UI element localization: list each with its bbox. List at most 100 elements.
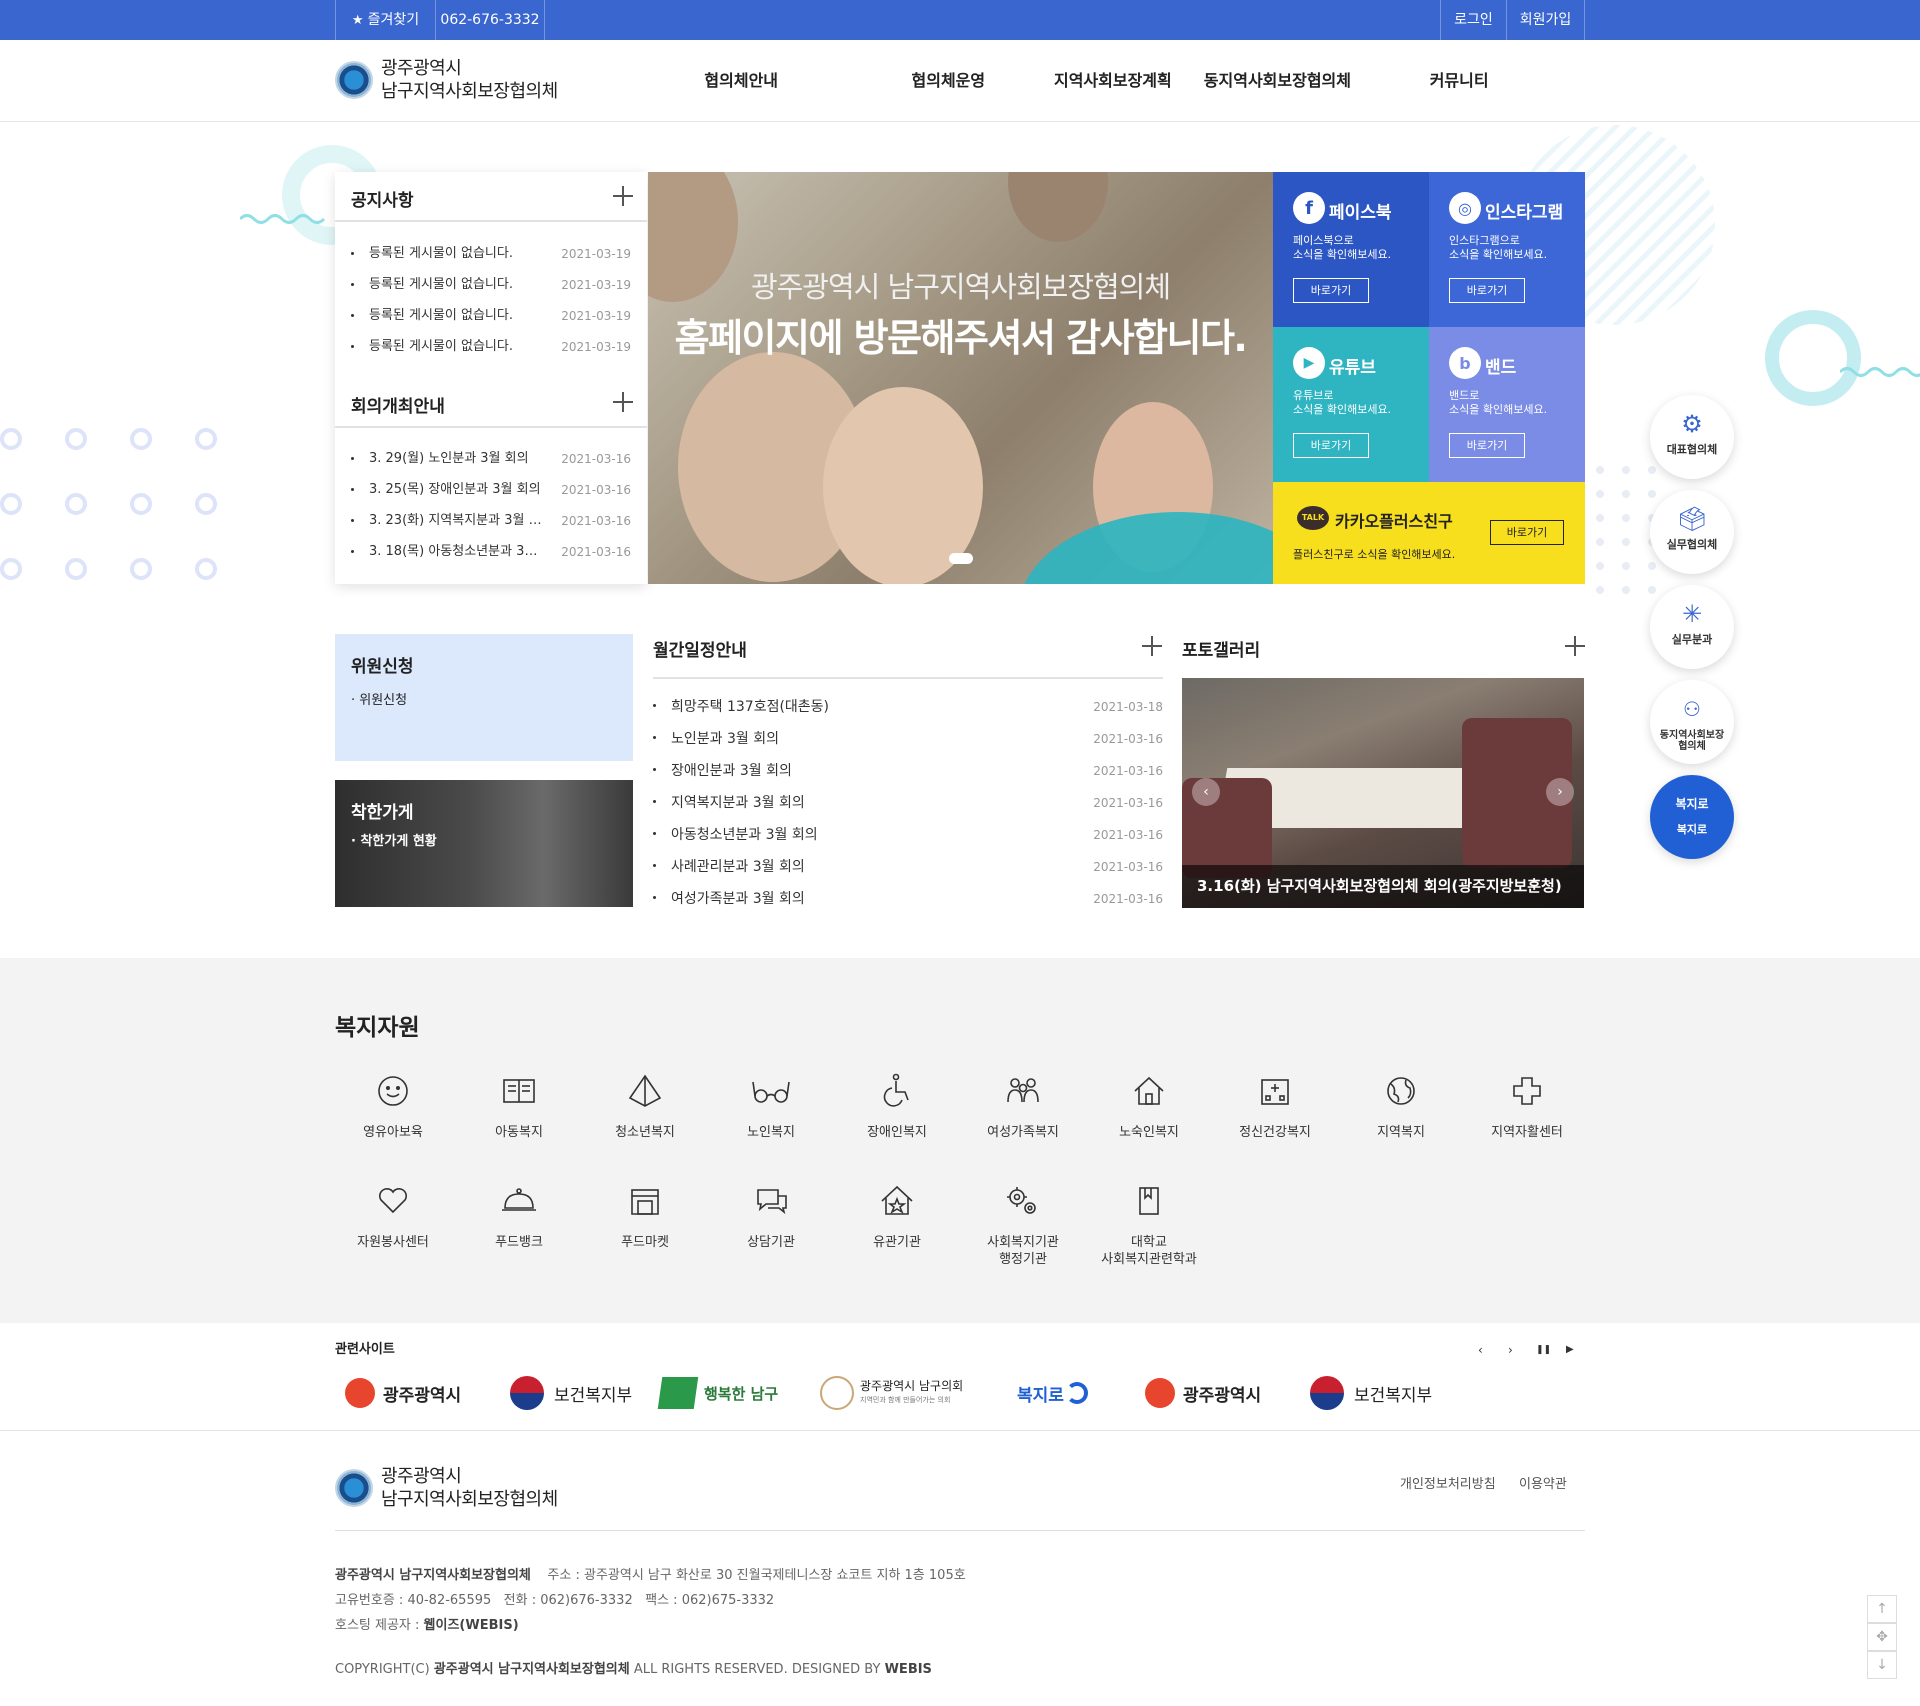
bookmark-button[interactable]: ★ 즐겨찾기 (335, 0, 435, 40)
nav-community[interactable]: 커뮤니티 (1368, 40, 1550, 122)
footer-logo[interactable]: 광주광역시 남구지역사회보장협의체 (335, 1465, 558, 1511)
related-mohw[interactable]: 보건복지부 (510, 1373, 632, 1413)
list-item[interactable]: 등록된 게시물이 없습니다. 2021-03-19 (351, 272, 631, 303)
welfare-item[interactable]: 자원봉사센터 (330, 1176, 456, 1251)
list-item[interactable]: 3. 18(목) 아동청소년분과 3월 회의 2021-03-16 (351, 539, 631, 570)
related-mohw-2[interactable]: 보건복지부 (1310, 1373, 1432, 1413)
welfare-item[interactable]: 지역자활센터 (1464, 1066, 1590, 1141)
prev-arrow-icon[interactable]: ‹ (1478, 1343, 1483, 1357)
nav-guide[interactable]: 협의체안내 (670, 40, 812, 122)
facebook-tile[interactable]: f 페이스북 페이스북으로 소식을 확인해보세요. 바로가기 (1273, 172, 1429, 327)
quick-main-council[interactable]: ⚙ 대표협의체 (1650, 395, 1734, 479)
welfare-item[interactable]: 푸드뱅크 (456, 1176, 582, 1251)
list-item-title[interactable]: 장애인분과 3월 회의 (671, 757, 1071, 785)
list-item-title[interactable]: 사례관리분과 3월 회의 (671, 853, 1071, 881)
list-item-title[interactable]: 희망주택 137호점(대촌동) (671, 693, 1071, 721)
band-tile[interactable]: b 밴드 밴드로 소식을 확인해보세요. 바로가기 (1429, 327, 1585, 482)
scroll-up-icon[interactable]: ↑ (1867, 1595, 1897, 1623)
instagram-go-button[interactable]: 바로가기 (1449, 278, 1525, 303)
good-shop-box[interactable]: 착한가게 · 착한가게 현황 (335, 780, 633, 907)
list-item-title[interactable]: 3. 23(화) 지역복지분과 3월 회의 안내 (369, 508, 549, 534)
welfare-item[interactable]: 장애인복지 (834, 1066, 960, 1141)
list-item[interactable]: 사례관리분과 3월 회의 2021-03-16 (653, 853, 1163, 885)
related-gwangju[interactable]: 광주광역시 (345, 1373, 461, 1413)
gallery-next-button[interactable]: › (1546, 778, 1574, 806)
list-item-title[interactable]: 3. 18(목) 아동청소년분과 3월 회의 (369, 539, 549, 565)
quick-bokjiro[interactable]: 복지로 복지로 (1650, 775, 1734, 859)
gallery-prev-button[interactable]: ‹ (1192, 778, 1220, 806)
quick-working-group[interactable]: ✳ 실무분과 (1650, 585, 1734, 669)
list-item-title[interactable]: 아동청소년분과 3월 회의 (671, 821, 1071, 849)
list-item-title[interactable]: 노인분과 3월 회의 (671, 725, 1071, 753)
welfare-item[interactable]: 노인복지 (708, 1066, 834, 1141)
login-link[interactable]: 로그인 (1440, 0, 1506, 40)
band-go-button[interactable]: 바로가기 (1449, 433, 1525, 458)
list-item[interactable]: 등록된 게시물이 없습니다. 2021-03-19 (351, 303, 631, 334)
list-item-title[interactable]: 등록된 게시물이 없습니다. (369, 303, 549, 329)
next-arrow-icon[interactable]: › (1508, 1343, 1513, 1357)
list-item-title[interactable]: 등록된 게시물이 없습니다. (369, 334, 549, 360)
join-link[interactable]: 회원가입 (1506, 0, 1585, 40)
notice-more-plus-icon[interactable] (613, 186, 633, 206)
gallery-more-plus-icon[interactable] (1565, 636, 1585, 656)
list-item[interactable]: 등록된 게시물이 없습니다. 2021-03-19 (351, 334, 631, 365)
welfare-item[interactable]: 영유아보육 (330, 1066, 456, 1141)
list-item-title[interactable]: 여성가족분과 3월 회의 (671, 885, 1071, 913)
instagram-tile[interactable]: ◎ 인스타그램 인스타그램으로 소식을 확인해보세요. 바로가기 (1429, 172, 1585, 327)
scroll-down-icon[interactable]: ↓ (1867, 1651, 1897, 1679)
related-council[interactable]: 광주광역시 남구의회 지역민과 함께 만들어가는 의회 (820, 1373, 963, 1413)
list-item[interactable]: 아동청소년분과 3월 회의 2021-03-16 (653, 821, 1163, 853)
list-item[interactable]: 3. 25(목) 장애인분과 3월 회의 2021-03-16 (351, 477, 631, 508)
good-shop-link[interactable]: 착한가게 현황 (360, 834, 436, 849)
facebook-go-button[interactable]: 바로가기 (1293, 278, 1369, 303)
kakao-tile[interactable]: TALK 카카오플러스친구 플러스친구로 소식을 확인해보세요. 바로가기 (1273, 482, 1585, 584)
welfare-item[interactable]: 유관기관 (834, 1176, 960, 1251)
list-item-title[interactable]: 지역복지분과 3월 회의 (671, 789, 1071, 817)
list-item[interactable]: 여성가족분과 3월 회의 2021-03-16 (653, 885, 1163, 917)
welfare-item[interactable]: 지역복지 (1338, 1066, 1464, 1141)
privacy-policy-link[interactable]: 개인정보처리방침 (1400, 1473, 1496, 1492)
site-logo[interactable]: 광주광역시 남구지역사회보장협의체 (335, 57, 558, 103)
quick-working-council[interactable]: 🗳 실무협의체 (1650, 490, 1734, 574)
nav-dong-council[interactable]: 동지역사회보장협의체 (1187, 40, 1369, 122)
welfare-item[interactable]: 여성가족복지 (960, 1066, 1086, 1141)
quick-dong-council[interactable]: ⚇ 동지역사회보장 협의체 (1650, 680, 1734, 764)
play-icon[interactable]: ▶ (1566, 1344, 1574, 1355)
meeting-more-plus-icon[interactable] (613, 392, 633, 412)
list-item-title[interactable]: 등록된 게시물이 없습니다. (369, 241, 549, 267)
member-apply-link[interactable]: 위원신청 (359, 693, 407, 708)
photo-gallery[interactable]: ‹ › 3.16(화) 남구지역사회보장협의체 회의(광주지방보훈청) (1182, 678, 1584, 908)
welfare-item[interactable]: 아동복지 (456, 1066, 582, 1141)
list-item[interactable]: 3. 23(화) 지역복지분과 3월 회의 안내 2021-03-16 (351, 508, 631, 539)
welfare-item[interactable]: 대학교 사회복지관련학과 (1086, 1176, 1212, 1268)
list-item[interactable]: 희망주택 137호점(대촌동) 2021-03-18 (653, 693, 1163, 725)
pause-icon[interactable]: ❚❚ (1536, 1345, 1551, 1355)
related-gwangju-2[interactable]: 광주광역시 (1145, 1373, 1261, 1413)
welfare-item[interactable]: 노숙인복지 (1086, 1066, 1212, 1141)
related-namgu[interactable]: 행복한 남구 (657, 1373, 778, 1413)
schedule-more-plus-icon[interactable] (1142, 636, 1162, 656)
move-icon[interactable]: ✥ (1867, 1623, 1897, 1651)
terms-link[interactable]: 이용약관 (1519, 1473, 1567, 1492)
slider-pager-dot[interactable] (949, 553, 973, 564)
list-item-title[interactable]: 3. 25(목) 장애인분과 3월 회의 (369, 477, 549, 503)
welfare-item[interactable]: 청소년복지 (582, 1066, 708, 1141)
list-item-title[interactable]: 3. 29(월) 노인분과 3월 회의 (369, 446, 549, 472)
gallery-caption[interactable]: 3.16(화) 남구지역사회보장협의체 회의(광주지방보훈청) (1182, 865, 1584, 908)
list-item[interactable]: 등록된 게시물이 없습니다. 2021-03-19 (351, 241, 631, 272)
member-apply-box[interactable]: 위원신청 · 위원신청 (335, 634, 633, 761)
nav-plan[interactable]: 지역사회보장계획 (1039, 40, 1186, 122)
nav-operation[interactable]: 협의체운영 (857, 40, 1039, 122)
youtube-tile[interactable]: ▶ 유튜브 유튜브로 소식을 확인해보세요. 바로가기 (1273, 327, 1429, 482)
related-bokjiro[interactable]: 복지로 (1017, 1373, 1088, 1413)
main-visual-slider[interactable]: 광주광역시 남구지역사회보장협의체 홈페이지에 방문해주셔서 감사합니다. (648, 172, 1273, 584)
welfare-item[interactable]: 정신건강복지 (1212, 1066, 1338, 1141)
list-item[interactable]: 장애인분과 3월 회의 2021-03-16 (653, 757, 1163, 789)
welfare-item[interactable]: 상담기관 (708, 1176, 834, 1251)
kakao-go-button[interactable]: 바로가기 (1490, 520, 1564, 545)
list-item-title[interactable]: 등록된 게시물이 없습니다. (369, 272, 549, 298)
list-item[interactable]: 3. 29(월) 노인분과 3월 회의 2021-03-16 (351, 446, 631, 477)
list-item[interactable]: 노인분과 3월 회의 2021-03-16 (653, 725, 1163, 757)
welfare-item[interactable]: 사회복지기관 행정기관 (960, 1176, 1086, 1268)
welfare-item[interactable]: 푸드마켓 (582, 1176, 708, 1251)
